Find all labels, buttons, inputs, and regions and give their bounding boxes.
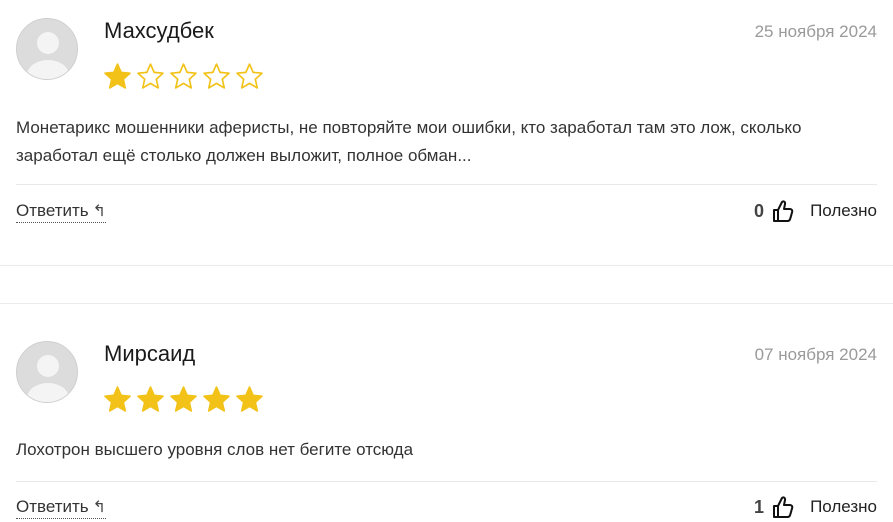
divider [16,481,877,482]
star-filled-icon [136,385,165,413]
avatar [16,18,78,80]
user-placeholder-icon [17,342,77,402]
helpful-control: 1 Полезно [754,495,877,519]
section-separator [0,265,893,266]
divider [16,184,877,185]
star-filled-icon [235,385,264,413]
star-empty-icon [136,62,165,90]
reply-arrow-icon: ↰ [92,499,107,516]
review-text: Монетарикс мошенники аферисты, не повтор… [16,118,802,165]
star-filled-icon [103,385,132,413]
rating-stars [103,385,264,413]
reply-button[interactable]: Ответить ↰ [16,497,107,519]
helpful-control: 0 Полезно [754,199,877,223]
reviewer-name: Махсудбек [104,18,214,43]
star-empty-icon [235,62,264,90]
star-empty-icon [202,62,231,90]
star-filled-icon [169,385,198,413]
review-date: 07 ноября 2024 [754,345,877,364]
helpful-button[interactable]: Полезно [810,497,877,517]
helpful-count: 1 [754,496,765,517]
review-date: 25 ноября 2024 [754,22,877,41]
section-separator [0,303,893,304]
reply-label: Ответить [16,201,89,220]
thumbs-up-icon[interactable] [772,199,794,223]
thumbs-up-icon[interactable] [772,495,794,519]
reviewer-name: Мирсаид [104,341,196,366]
reply-arrow-icon: ↰ [92,203,107,220]
helpful-count: 0 [754,200,765,221]
reply-button[interactable]: Ответить ↰ [16,201,107,223]
rating-stars [103,62,264,90]
star-empty-icon [169,62,198,90]
avatar [16,341,78,403]
star-filled-icon [202,385,231,413]
helpful-button[interactable]: Полезно [810,201,877,221]
user-placeholder-icon [17,19,77,79]
star-filled-icon [103,62,132,90]
reply-label: Ответить [16,497,89,516]
review-text: Лохотрон высшего уровня слов нет бегите … [16,440,414,459]
